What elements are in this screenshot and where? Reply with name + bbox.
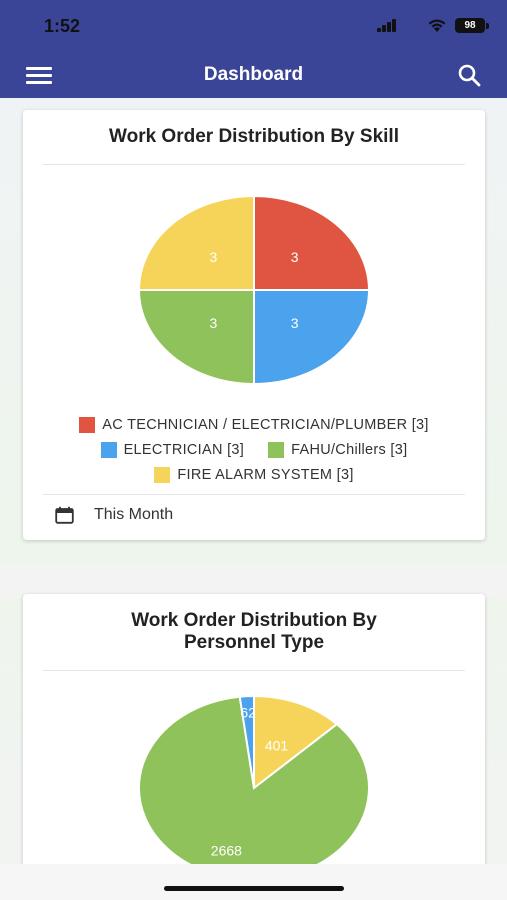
legend-row: FIRE ALARM SYSTEM [3] <box>23 462 485 487</box>
legend-label: ELECTRICIAN [3] <box>123 441 245 458</box>
legend-item[interactable]: ELECTRICIAN [3] <box>100 441 245 458</box>
pie-slice[interactable] <box>253 289 371 386</box>
personnel-distribution-card: Work Order Distribution By Personnel Typ… <box>23 594 485 864</box>
legend-label: AC TECHNICIAN / ELECTRICIAN/PLUMBER [3] <box>102 416 429 433</box>
pie-data-label: 3 <box>209 315 217 331</box>
card-separator <box>0 564 507 598</box>
personnel-pie-svg: 401 2668 62 <box>138 694 370 864</box>
pie-data-label: 3 <box>291 315 299 331</box>
pie-slice[interactable] <box>137 194 255 291</box>
home-indicator[interactable] <box>164 886 344 891</box>
app-bar: Dashboard <box>0 52 507 98</box>
legend-swatch <box>154 466 171 483</box>
card-title: Work Order Distribution By Personnel Typ… <box>131 610 377 653</box>
legend-row: AC TECHNICIAN / ELECTRICIAN/PLUMBER [3] <box>23 412 485 437</box>
legend-swatch <box>268 441 285 458</box>
battery-icon: 98 <box>455 18 485 33</box>
calendar-icon <box>55 506 74 524</box>
pie-data-label: 401 <box>265 738 289 754</box>
divider <box>43 164 465 165</box>
legend-swatch <box>100 441 117 458</box>
battery-cap <box>486 23 489 29</box>
signal-icon <box>377 19 397 32</box>
battery-level: 98 <box>464 20 476 31</box>
home-indicator-area <box>0 864 507 900</box>
personnel-pie-chart: 401 2668 62 <box>23 694 485 864</box>
divider <box>43 494 465 495</box>
wifi-icon <box>428 19 446 32</box>
pie-slice[interactable] <box>253 194 371 291</box>
legend-swatch <box>79 416 96 433</box>
page-title: Dashboard <box>203 64 304 85</box>
skill-pie-chart: 3 3 3 3 <box>23 194 485 386</box>
pie-slice[interactable] <box>137 289 255 386</box>
pie-data-label: 3 <box>209 249 217 265</box>
legend-item[interactable]: FAHU/Chillers [3] <box>268 441 408 458</box>
date-range-selector[interactable]: This Month <box>55 506 173 524</box>
legend-item[interactable]: AC TECHNICIAN / ELECTRICIAN/PLUMBER [3] <box>79 416 429 433</box>
legend-label: FIRE ALARM SYSTEM [3] <box>177 466 354 483</box>
pie-data-label: 62 <box>240 705 256 721</box>
dashboard-content[interactable]: Work Order Distribution By Skill 3 3 3 3 AC… <box>0 98 507 864</box>
date-range-label: This Month <box>94 506 174 523</box>
divider <box>43 670 465 671</box>
legend-row: ELECTRICIAN [3] FAHU/Chillers [3] <box>23 437 485 462</box>
legend-label: FAHU/Chillers [3] <box>291 441 408 458</box>
card-title: Work Order Distribution By Skill <box>109 126 399 147</box>
legend-item[interactable]: FIRE ALARM SYSTEM [3] <box>154 466 354 483</box>
status-bar: 1:52 98 <box>0 0 507 52</box>
skill-distribution-card: Work Order Distribution By Skill 3 3 3 3 AC… <box>23 110 485 540</box>
pie-data-label: 3 <box>291 249 299 265</box>
search-icon[interactable] <box>457 63 481 87</box>
skill-pie-svg: 3 3 3 3 <box>137 194 371 386</box>
chart-legend: AC TECHNICIAN / ELECTRICIAN/PLUMBER [3] E… <box>23 412 485 487</box>
pie-data-label: 2668 <box>211 842 242 858</box>
status-time: 1:52 <box>44 16 81 36</box>
